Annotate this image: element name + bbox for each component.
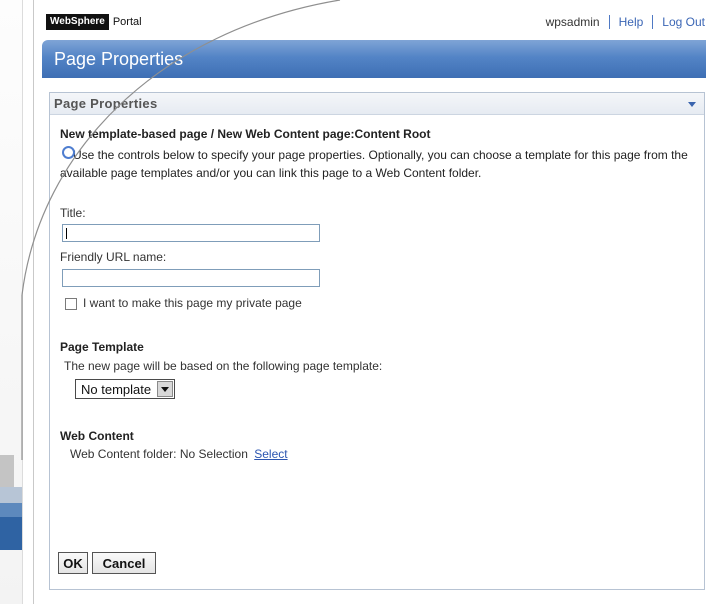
info-text: Use the controls below to specify your p… xyxy=(60,148,688,180)
private-page-checkbox[interactable] xyxy=(65,298,77,310)
logout-link[interactable]: Log Out xyxy=(662,15,705,29)
friendly-url-input[interactable] xyxy=(62,269,320,287)
top-links: wpsadmin Help Log Out xyxy=(546,15,705,29)
page-title: Page Properties xyxy=(54,49,184,69)
help-link[interactable]: Help xyxy=(619,15,644,29)
chevron-down-icon[interactable] xyxy=(157,381,173,397)
private-page-checkbox-label[interactable]: I want to make this page my private page xyxy=(83,296,302,310)
breadcrumb: New template-based page / New Web Conten… xyxy=(60,127,431,141)
username-label: wpsadmin xyxy=(545,15,600,29)
ok-button[interactable]: OK xyxy=(58,552,88,574)
portlet-menu-icon[interactable] xyxy=(688,102,696,107)
background-decoration xyxy=(0,455,14,487)
portlet-title: Page Properties xyxy=(54,96,158,111)
top-banner: WebSphere Portal wpsadmin Help Log Out xyxy=(34,0,706,38)
info-icon xyxy=(62,146,75,159)
page-template-selected-value: No template xyxy=(81,381,152,397)
portal-window: WebSphere Portal wpsadmin Help Log Out P… xyxy=(33,0,706,604)
title-input[interactable] xyxy=(62,224,320,242)
friendly-url-label: Friendly URL name: xyxy=(60,250,167,264)
brand-secondary: Portal xyxy=(112,16,142,28)
web-content-folder-line: Web Content folder: No Selection Select xyxy=(70,447,288,461)
page-properties-portlet: Page Properties New template-based page … xyxy=(49,92,705,590)
page-template-select[interactable]: No template xyxy=(75,379,175,399)
page-template-description: The new page will be based on the follow… xyxy=(64,359,383,373)
title-label: Title: xyxy=(60,206,86,220)
divider xyxy=(608,15,610,29)
web-content-folder-text: Web Content folder: No Selection xyxy=(70,447,248,461)
websphere-logo: WebSphere Portal xyxy=(46,14,142,30)
page-template-heading: Page Template xyxy=(60,340,144,354)
background-decoration xyxy=(0,487,22,503)
background-decoration xyxy=(0,503,22,517)
portlet-header: Page Properties xyxy=(50,93,704,115)
cancel-button[interactable]: Cancel xyxy=(92,552,156,574)
divider xyxy=(652,15,654,29)
background-decoration xyxy=(0,517,22,550)
web-content-heading: Web Content xyxy=(60,429,134,443)
page-title-bar: Page Properties xyxy=(42,40,706,78)
brand-primary: WebSphere xyxy=(46,14,109,30)
select-folder-link[interactable]: Select xyxy=(254,447,287,461)
text-caret xyxy=(66,228,67,239)
